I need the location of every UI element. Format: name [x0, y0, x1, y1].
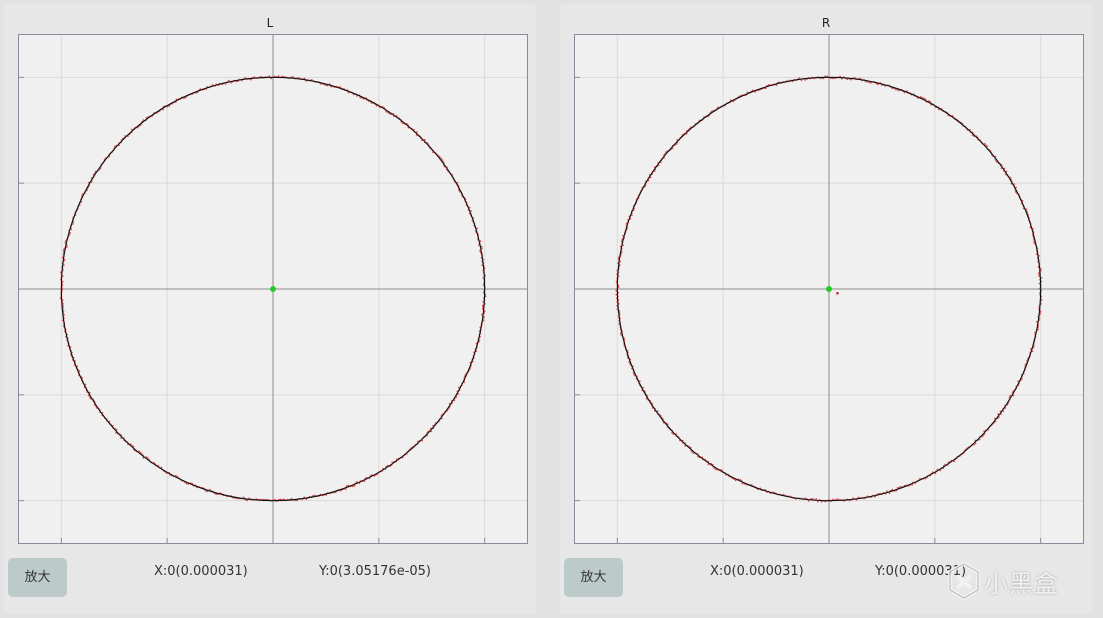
- zoom-button[interactable]: 放大: [564, 558, 623, 597]
- signal-point: [820, 500, 823, 503]
- vectorscope-plot-left: [18, 34, 528, 544]
- plot-title: L: [266, 16, 274, 30]
- signal-point: [1040, 299, 1043, 302]
- signal-point: [1038, 288, 1041, 290]
- vectorscope-svg: [575, 35, 1083, 543]
- x-readout: X:0(0.000031): [154, 564, 248, 579]
- signal-point: [277, 75, 280, 78]
- x-readout: X:0(0.000031): [710, 564, 804, 579]
- zoom-button[interactable]: 放大: [8, 558, 67, 597]
- signal-point: [815, 498, 818, 500]
- signal-point: [816, 500, 819, 503]
- center-marker: [270, 286, 276, 292]
- signal-point: [61, 280, 64, 283]
- signal-point: [824, 75, 827, 78]
- center-marker: [826, 286, 832, 292]
- signal-point: [837, 498, 840, 501]
- left-channel-panel: L 放大 X:0(0.000031) Y:0(3.05176e-05): [4, 4, 536, 614]
- signal-point: [268, 75, 271, 78]
- signal-point: [481, 304, 484, 307]
- vectorscope-svg: [19, 35, 527, 543]
- y-readout: Y:0(3.05176e-05): [319, 564, 431, 579]
- right-channel-panel: R 放大 X:0(0.000031) Y:0(0.000031): [560, 4, 1092, 614]
- stray-signal-point: [836, 291, 839, 295]
- plot-title: R: [821, 16, 831, 30]
- signal-point: [617, 286, 620, 289]
- vectorscope-plot-right: [574, 34, 1084, 544]
- y-readout: Y:0(0.000031): [875, 564, 967, 579]
